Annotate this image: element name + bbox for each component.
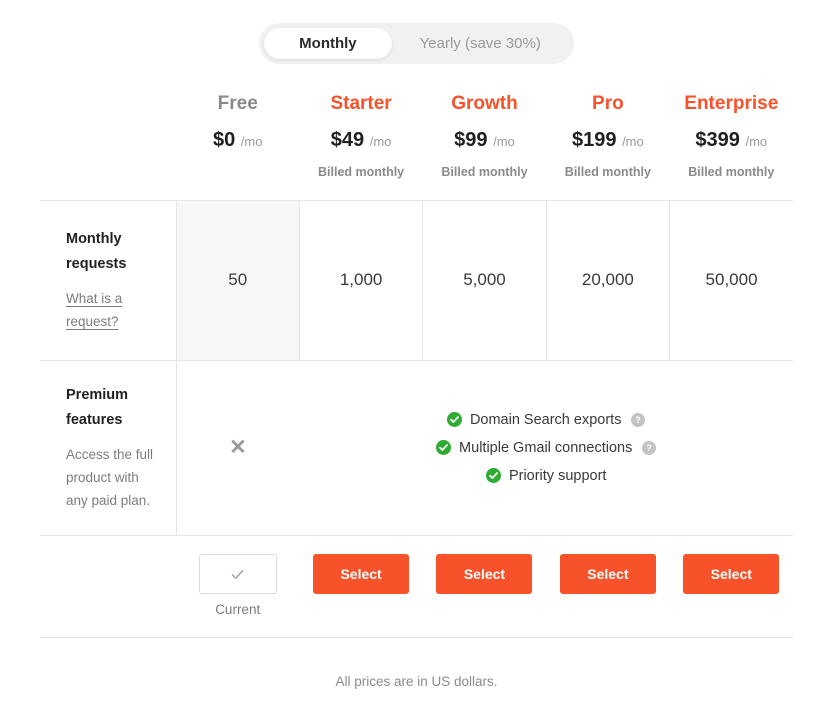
premium-feature-label: Multiple Gmail connections [459,439,633,456]
action-cell-free: Current [176,534,300,625]
plan-name-enterprise: Enterprise [684,93,779,114]
row-subtitle-premium-features: Access the full product with any paid pl… [66,446,154,509]
check-circle-icon [485,468,501,484]
plan-price-pro: $199 /mo [550,128,665,152]
plan-price-starter: $49 /mo [303,128,418,152]
plan-price-period-growth: /mo [493,133,515,149]
plan-header-free: Free $0 /mo [176,92,299,200]
premium-feature-item: Multiple Gmail connections ? [436,439,657,456]
row-title-monthly-requests: Monthly requests [66,231,127,273]
row-monthly-requests: Monthly requests What is a request? 50 1… [40,199,793,361]
plan-price-period-starter: /mo [369,133,392,149]
toggle-option-yearly[interactable]: Yearly (save 30%) [392,28,569,59]
plan-price-period-free: /mo [240,133,263,149]
plan-name-free: Free [217,93,258,114]
current-plan-button[interactable] [198,553,277,594]
cross-icon: ✕ [229,435,247,459]
help-circle-icon[interactable]: ? [631,412,646,427]
action-cell-starter: Select [299,534,423,625]
plan-name-growth: Growth [451,93,518,114]
cell-requests-starter: 1,000 [298,199,423,361]
toggle-option-monthly[interactable]: Monthly [264,28,392,59]
select-button-pro[interactable]: Select [559,553,656,594]
plan-price-free: $0 /mo [180,128,295,152]
cell-premium-paid-plans: Domain Search exports ? Multiple Gmail c… [299,359,793,536]
check-circle-icon [446,412,462,428]
plan-price-amount-growth: $99 [454,128,488,151]
plan-price-period-pro: /mo [622,133,644,149]
cell-requests-growth: 5,000 [422,199,547,361]
pricing-table-head: Free $0 /mo Starter $49 /mo Billed month… [40,92,793,200]
svg-text:?: ? [647,443,652,453]
row-plan-actions: Current Select Select Select Select [40,534,793,625]
cell-requests-free: 50 [175,199,300,361]
svg-text:?: ? [636,415,641,425]
plan-price-period-enterprise: /mo [745,133,768,149]
plan-price-growth: $99 /mo [427,128,542,152]
footer-note: All prices are in US dollars. [335,673,498,689]
pricing-page: Monthly Yearly (save 30%) Free $0 /mo St… [0,0,833,723]
plan-header-row: Free $0 /mo Starter $49 /mo Billed month… [40,92,793,200]
plan-billed-growth: Billed monthly [441,164,528,179]
check-circle-icon [436,440,452,456]
plan-billed-enterprise: Billed monthly [688,164,775,179]
premium-feature-label: Domain Search exports [469,411,622,428]
plan-billed-starter: Billed monthly [318,164,405,179]
row-premium-features: Premium features Access the full product… [40,359,793,536]
cell-requests-enterprise: 50,000 [669,199,793,361]
plan-billed-free [180,165,295,180]
row-label-premium-features: Premium features Access the full product… [40,359,176,536]
plan-price-amount-enterprise: $399 [695,128,740,151]
pricing-table-container: Free $0 /mo Starter $49 /mo Billed month… [40,92,793,625]
plan-price-amount-pro: $199 [572,128,617,151]
check-icon [229,566,246,583]
select-button-growth[interactable]: Select [436,553,533,594]
action-cell-growth: Select [422,534,547,625]
cell-premium-free: ✕ [175,359,300,536]
action-cell-pro: Select [546,534,670,625]
current-plan-label: Current [215,601,261,617]
plan-header-starter: Starter $49 /mo Billed monthly [299,92,422,200]
billing-toggle-container: Monthly Yearly (save 30%) [0,0,833,64]
pricing-table-body: Monthly requests What is a request? 50 1… [40,199,793,625]
actions-spacer [40,534,176,625]
header-spacer [40,92,176,200]
row-label-monthly-requests: Monthly requests What is a request? [40,199,176,361]
plan-price-enterprise: $399 /mo [674,128,789,152]
plan-price-amount-free: $0 [212,128,236,151]
plan-header-growth: Growth $99 /mo Billed monthly [423,92,546,200]
plan-billed-pro: Billed monthly [564,164,651,179]
premium-feature-item: Priority support [485,467,607,484]
plan-header-pro: Pro $199 /mo Billed monthly [546,92,669,200]
row-title-premium-features: Premium features [66,386,129,428]
select-button-enterprise[interactable]: Select [683,553,780,594]
select-button-starter[interactable]: Select [313,553,410,594]
plan-name-pro: Pro [592,93,624,114]
row-link-container: What is a request? [66,287,154,333]
premium-feature-label: Priority support [508,467,607,484]
cell-requests-pro: 20,000 [545,199,670,361]
premium-feature-list: Domain Search exports ? Multiple Gmail c… [319,412,773,484]
help-circle-icon[interactable]: ? [642,440,657,455]
plan-header-enterprise: Enterprise $399 /mo Billed monthly [670,92,793,200]
billing-period-toggle[interactable]: Monthly Yearly (save 30%) [259,23,574,64]
what-is-a-request-link[interactable]: What is a request? [66,291,122,329]
premium-feature-item: Domain Search exports ? [446,411,646,428]
plan-name-starter: Starter [330,93,392,114]
action-cell-enterprise: Select [669,534,793,625]
plan-price-amount-starter: $49 [330,128,365,151]
pricing-table: Free $0 /mo Starter $49 /mo Billed month… [40,92,793,625]
